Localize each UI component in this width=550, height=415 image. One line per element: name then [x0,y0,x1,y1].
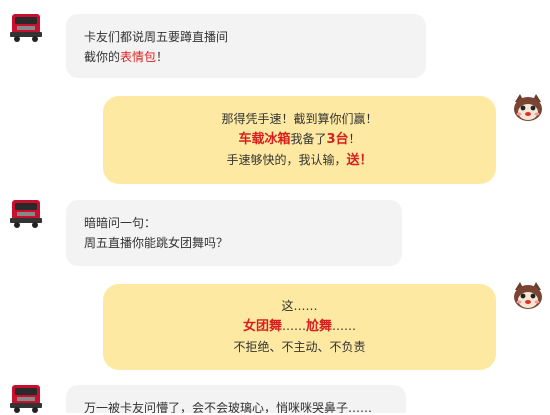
message-bubble-3: 暗暗问一句： 周五直播你能跳女团舞吗？ [66,200,402,266]
message-line: 那得凭手速！截到算你们赢！ [221,112,378,126]
truck-avatar [8,379,44,415]
red-truck-icon [10,14,42,42]
message-bubble-4: 这…… 女团舞……尬舞…… 不拒绝、不主动、不负责 [103,284,496,370]
red-truck-icon [10,385,42,413]
cartoon-mascot-icon [514,94,542,121]
message-line: 车载冰箱我备了3台！ [238,132,361,147]
mascot-avatar [510,278,546,314]
truck-avatar [8,194,44,230]
message-bubble-5: 万一被卡友问懵了，会不会玻璃心，悄咪咪哭鼻子…… [66,385,406,413]
message-line: 女团舞……尬舞…… [242,319,357,334]
mascot-avatar [510,90,546,126]
message-bubble-2: 那得凭手速！截到算你们赢！ 车载冰箱我备了3台！ 手速够快的，我认输，送！ [103,96,496,184]
cartoon-mascot-icon [514,282,542,309]
red-truck-icon [10,200,42,228]
truck-avatar [8,8,44,44]
message-line: 万一被卡友问懵了，会不会玻璃心，悄咪咪哭鼻子…… [84,401,373,413]
message-line: 暗暗问一句： [84,216,157,230]
message-line: 卡友们都说周五要蹲直播间 [84,30,229,44]
message-line: 周五直播你能跳女团舞吗？ [84,236,229,250]
message-line: 不拒绝、不主动、不负责 [233,340,366,354]
message-bubble-1: 卡友们都说周五要蹲直播间 截你的表情包！ [66,14,426,78]
message-line: 这…… [281,299,318,313]
message-line: 手速够快的，我认输，送！ [226,153,373,168]
message-line: 截你的表情包！ [84,50,169,64]
